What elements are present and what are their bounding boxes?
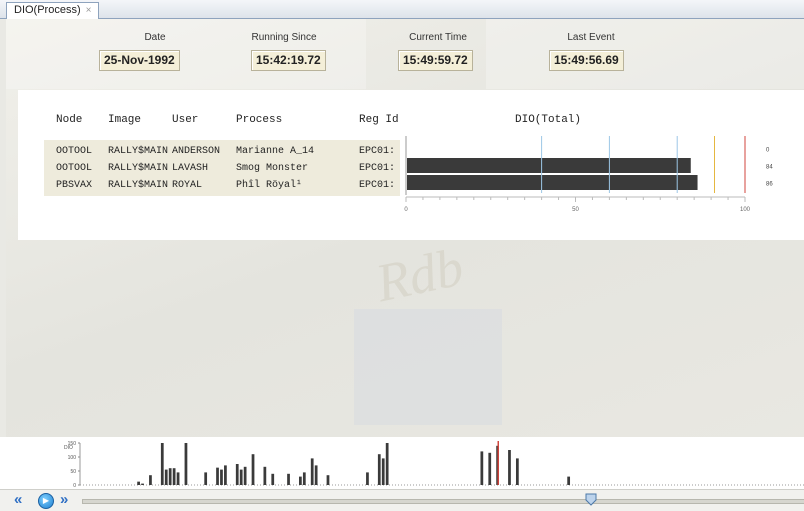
history-bar bbox=[172, 468, 176, 485]
history-bar bbox=[168, 468, 172, 485]
cell-node: OOTOOL bbox=[56, 163, 93, 174]
history-bar bbox=[204, 472, 208, 485]
history-bar bbox=[314, 465, 318, 485]
history-bar bbox=[326, 475, 330, 485]
running-since-label: Running Since bbox=[251, 32, 317, 43]
timeline-slider-track[interactable] bbox=[82, 499, 804, 504]
history-bar bbox=[220, 469, 223, 485]
history-bar bbox=[287, 473, 290, 485]
background-tile bbox=[354, 309, 502, 425]
history-bar bbox=[137, 481, 140, 485]
rewind-button[interactable]: « bbox=[14, 492, 22, 508]
tab-bar: DIO(Process) × bbox=[0, 0, 804, 19]
dio-total-bar-chart: 0 84 86 0 50 100 bbox=[404, 136, 773, 213]
history-bar bbox=[176, 472, 180, 485]
history-bar bbox=[263, 466, 267, 485]
history-bar bbox=[149, 475, 152, 485]
history-bar bbox=[298, 476, 302, 485]
cell-image: RALLY$MAIN bbox=[108, 146, 169, 157]
x-tick-label: 0 bbox=[404, 207, 408, 213]
date-value: 25-Nov-1992 bbox=[99, 50, 180, 71]
history-bar bbox=[235, 464, 239, 485]
history-bar bbox=[184, 443, 188, 485]
history-y-tick-label: 100 bbox=[68, 455, 77, 461]
history-bar bbox=[141, 483, 144, 485]
history-bar bbox=[224, 465, 227, 485]
history-bar bbox=[239, 469, 243, 485]
history-bar bbox=[480, 451, 484, 485]
column-header-dio-total[interactable]: DIO(Total) bbox=[515, 114, 581, 126]
history-bar bbox=[366, 472, 369, 485]
history-bar bbox=[508, 450, 511, 485]
history-bar bbox=[243, 466, 247, 485]
history-bar bbox=[488, 452, 492, 485]
history-bar bbox=[567, 476, 571, 485]
history-y-tick-label: 50 bbox=[70, 469, 76, 475]
history-bar bbox=[164, 469, 168, 485]
cell-node: PBSVAX bbox=[56, 180, 93, 191]
history-bar bbox=[310, 458, 314, 485]
main-panel: Rdb Date 25-Nov-1992 Running Since 15:42… bbox=[6, 19, 804, 455]
background-tile bbox=[486, 19, 804, 89]
timeline-slider-thumb[interactable] bbox=[585, 493, 597, 506]
tab-dio-process[interactable]: DIO(Process) × bbox=[6, 2, 100, 19]
tab-label: DIO(Process) bbox=[14, 4, 81, 16]
current-time-label: Current Time bbox=[409, 32, 467, 43]
fast-forward-button[interactable]: » bbox=[60, 492, 68, 508]
x-tick-label: 100 bbox=[740, 207, 751, 213]
timeline-navigation: « ▶ » bbox=[0, 489, 804, 511]
cell-user: LAVASH bbox=[172, 163, 209, 174]
history-y-tick-label: 150 bbox=[68, 441, 77, 447]
cell-process: Smog Monster bbox=[236, 163, 309, 174]
history-bar bbox=[385, 443, 389, 485]
cell-user: ROYAL bbox=[172, 180, 203, 191]
rdb-watermark: Rdb bbox=[370, 236, 469, 314]
history-bar bbox=[216, 467, 219, 485]
history-bar bbox=[377, 454, 381, 485]
last-event-label: Last Event bbox=[567, 32, 615, 43]
history-bar bbox=[251, 454, 255, 485]
column-header-user[interactable]: User bbox=[172, 114, 198, 126]
history-bar bbox=[302, 472, 306, 485]
cell-process: Phîl Röyal¹ bbox=[236, 180, 303, 191]
dio-bar bbox=[407, 158, 691, 173]
cell-reg-id: EPC01: bbox=[359, 146, 396, 157]
dio-bar bbox=[407, 175, 698, 190]
date-label: Date bbox=[144, 32, 166, 43]
x-tick-label: 50 bbox=[572, 207, 579, 213]
close-icon[interactable]: × bbox=[86, 5, 92, 16]
column-header-image[interactable]: Image bbox=[108, 114, 141, 126]
table-body bbox=[44, 140, 400, 196]
history-bar bbox=[271, 473, 275, 485]
dio-value-label: 86 bbox=[766, 182, 773, 188]
dio-value-label: 0 bbox=[766, 148, 770, 154]
history-bar bbox=[160, 443, 164, 485]
dio-history-chart[interactable]: DIO150100500 bbox=[0, 437, 804, 489]
process-table-card: Node Image User Process Reg Id DIO(Total… bbox=[18, 90, 804, 240]
column-header-node[interactable]: Node bbox=[56, 114, 82, 126]
cell-image: RALLY$MAIN bbox=[108, 163, 169, 174]
last-event-value: 15:49:56.69 bbox=[549, 50, 624, 71]
cell-image: RALLY$MAIN bbox=[108, 180, 169, 191]
dio-value-label: 84 bbox=[766, 165, 773, 171]
cell-reg-id: EPC01: bbox=[359, 180, 396, 191]
cell-process: Marianne A_14 bbox=[236, 146, 315, 157]
play-button[interactable]: ▶ bbox=[38, 493, 54, 509]
current-time-value: 15:49:59.72 bbox=[398, 50, 473, 71]
history-bar bbox=[515, 458, 519, 485]
cell-user: ANDERSON bbox=[172, 146, 221, 157]
history-bar bbox=[381, 458, 385, 485]
cell-node: OOTOOL bbox=[56, 146, 93, 157]
column-header-process[interactable]: Process bbox=[236, 114, 282, 126]
column-header-reg-id[interactable]: Reg Id bbox=[359, 114, 399, 126]
cell-reg-id: EPC01: bbox=[359, 163, 396, 174]
running-since-value: 15:42:19.72 bbox=[251, 50, 326, 71]
